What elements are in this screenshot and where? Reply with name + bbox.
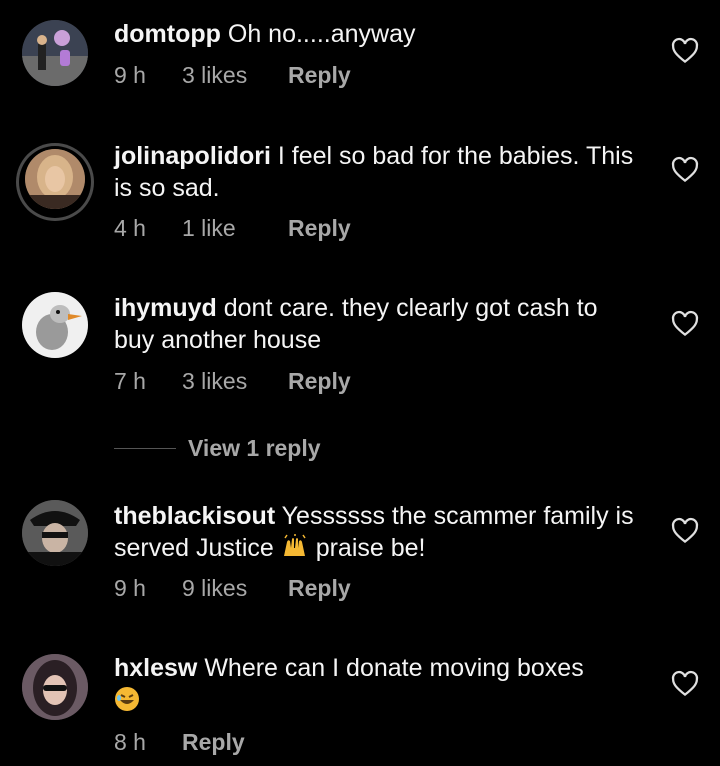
username[interactable]: ihymuyd [114, 294, 217, 322]
heart-icon[interactable] [670, 155, 700, 185]
heart-icon[interactable] [670, 669, 700, 699]
avatar-domtopp[interactable] [22, 20, 88, 86]
timestamp: 8 h [114, 729, 146, 755]
avatar-theblackisout[interactable] [22, 500, 88, 566]
likes-count[interactable]: 3 likes [182, 62, 288, 89]
reply-button[interactable]: Reply [288, 62, 351, 89]
comment-meta: 8 h Reply [114, 729, 245, 756]
username[interactable]: hxlesw [114, 654, 197, 682]
username[interactable]: theblackisout [114, 502, 275, 530]
likes-count[interactable]: 3 likes [182, 368, 288, 395]
reply-button[interactable]: Reply [288, 368, 351, 395]
comment-text: hxlesw Where can I donate moving boxes [114, 652, 644, 716]
comment-body: Where can I donate moving boxes [204, 654, 584, 682]
rolling-laughing-emoji [115, 687, 139, 711]
view-replies-label[interactable]: View 1 reply [188, 435, 321, 462]
comment-text: domtopp Oh no.....anyway [114, 18, 644, 50]
username[interactable]: jolinapolidori [114, 142, 271, 170]
timestamp: 7 h [114, 368, 146, 394]
likes-count[interactable]: 1 like [182, 215, 288, 242]
reply-button[interactable]: Reply [288, 215, 351, 242]
heart-icon[interactable] [670, 309, 700, 339]
likes-count[interactable]: 9 likes [182, 575, 288, 602]
timestamp: 9 h [114, 575, 146, 601]
timestamp: 9 h [114, 62, 146, 88]
raised-hands-emoji [283, 534, 306, 556]
avatar-jolinapolidori[interactable] [25, 149, 85, 209]
comment-meta: 9 h 3 likes Reply [114, 62, 351, 89]
view-replies[interactable]: View 1 reply [114, 433, 321, 463]
comment-body: Oh no.....anyway [227, 20, 416, 48]
avatar-ihymuyd[interactable] [22, 292, 88, 358]
comment-meta: 9 h 9 likes Reply [114, 575, 351, 602]
comment-text: jolinapolidori I feel so bad for the bab… [114, 140, 644, 204]
avatar-hxlesw[interactable] [22, 654, 88, 720]
comment-meta: 4 h 1 like Reply [114, 215, 351, 242]
username[interactable]: domtopp [114, 20, 221, 48]
comment-text: ihymuyd dont care. they clearly got cash… [114, 292, 644, 356]
comment-meta: 7 h 3 likes Reply [114, 368, 351, 395]
heart-icon[interactable] [670, 36, 700, 66]
divider-line [114, 447, 176, 449]
timestamp: 4 h [114, 215, 146, 241]
reply-button[interactable]: Reply [288, 575, 351, 602]
heart-icon[interactable] [670, 516, 700, 546]
reply-button[interactable]: Reply [182, 729, 245, 756]
comment-text: theblackisout Yessssss the scammer famil… [114, 500, 644, 564]
comment-body-end: praise be! [315, 534, 426, 562]
